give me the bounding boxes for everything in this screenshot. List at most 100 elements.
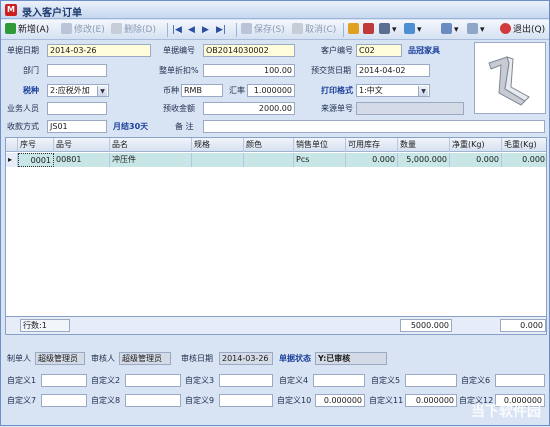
delete-button[interactable]: 删除(D)	[111, 22, 156, 38]
order-no-field[interactable]: OB2014030002	[203, 44, 295, 57]
export-button[interactable]: ▾	[441, 22, 459, 38]
next-record-button[interactable]: ▶	[202, 22, 209, 38]
rate-field[interactable]: 1.000000	[247, 84, 295, 97]
calc-button[interactable]	[363, 22, 376, 38]
table-row[interactable]: ▸ 0001 00801 冲压件 Pcs 0.000 5,000.000 0.0…	[6, 153, 546, 167]
col-header[interactable]: 销售单位	[294, 138, 346, 152]
table-cell[interactable]: 0.000	[502, 153, 546, 167]
custom-field-4[interactable]	[313, 374, 365, 387]
col-header[interactable]: 可用库存	[346, 138, 398, 152]
audit-date-label: 审核日期	[181, 354, 213, 363]
remark-field[interactable]	[203, 120, 545, 133]
plus-icon	[5, 23, 16, 34]
refresh-icon	[404, 23, 415, 34]
currency-label: 币种	[163, 86, 179, 95]
delivery-date-field[interactable]: 2014-04-02	[356, 64, 430, 77]
export-icon	[441, 23, 452, 34]
dept-label: 部门	[23, 66, 39, 75]
payment-field[interactable]: JS01	[47, 120, 107, 133]
new-button[interactable]: 新增(A)	[5, 22, 49, 38]
dropdown-arrow-icon: ▾	[392, 25, 397, 35]
table-cell[interactable]: 0001	[18, 153, 54, 167]
toolbar: 新增(A) 修改(E) 删除(D) |◀ ◀ ▶ ▶| 保存(S) 取消(C) …	[1, 20, 549, 40]
table-cell[interactable]: 5,000.000	[398, 153, 450, 167]
customer-name-text: 品冠家具	[408, 46, 440, 55]
custom-field-11[interactable]: 0.000000	[405, 394, 457, 407]
audit-date-field: 2014-03-26	[219, 352, 273, 365]
custom-label: 自定义5	[371, 376, 401, 385]
col-header[interactable]: 数量	[398, 138, 450, 152]
staff-field[interactable]	[47, 102, 107, 115]
chevron-down-icon: ▼	[418, 86, 428, 96]
last-record-button[interactable]: ▶|	[216, 22, 226, 38]
status-badge: Y:已审核	[315, 352, 387, 365]
status-label: 单据状态	[279, 354, 311, 363]
col-header[interactable]: 颜色	[244, 138, 294, 152]
watermark-text: 当下软件园	[471, 404, 541, 420]
discount-label: 整单折扣%	[159, 66, 199, 75]
delete-icon	[111, 23, 122, 34]
custom-field-5[interactable]	[405, 374, 457, 387]
custom-label: 自定义9	[185, 396, 215, 405]
col-header[interactable]: 品号	[54, 138, 110, 152]
currency-field[interactable]: RMB	[181, 84, 223, 97]
table-cell[interactable]	[192, 153, 244, 167]
refresh-button[interactable]: ▾	[404, 22, 422, 38]
maker-label: 制单人	[7, 354, 31, 363]
calculator-icon	[363, 23, 374, 34]
exit-button[interactable]: 退出(Q)	[500, 22, 545, 38]
table-cell[interactable]: 00801	[54, 153, 110, 167]
prev-record-button[interactable]: ◀	[188, 22, 195, 38]
custom-label: 自定义2	[91, 376, 121, 385]
order-lines-grid[interactable]: 序号 品号 品名 规格 颜色 销售单位 可用库存 数量 净重(Kg) 毛重(Kg…	[5, 137, 547, 317]
col-header[interactable]: 品名	[110, 138, 192, 152]
dropdown-arrow-icon: ▾	[417, 25, 422, 35]
custom-field-9[interactable]	[219, 394, 273, 407]
options-button[interactable]: ▾	[467, 22, 485, 38]
table-cell[interactable]: 冲压件	[110, 153, 192, 167]
app-logo-icon: M	[5, 4, 17, 16]
table-cell[interactable]: Pcs	[294, 153, 346, 167]
rate-label: 汇率	[229, 86, 245, 95]
cancel-icon	[292, 23, 303, 34]
payment-desc-text: 月结30天	[113, 122, 149, 131]
prepay-field[interactable]: 2000.00	[203, 102, 295, 115]
custom-field-3[interactable]	[219, 374, 273, 387]
col-header[interactable]: 序号	[18, 138, 54, 152]
print-icon	[379, 23, 390, 34]
next-icon: ▶	[202, 25, 209, 35]
custom-field-6[interactable]	[495, 374, 545, 387]
custom-field-8[interactable]	[125, 394, 181, 407]
first-record-button[interactable]: |◀	[172, 22, 182, 38]
order-date-field[interactable]: 2014-03-26	[47, 44, 151, 57]
custom-label: 自定义11	[369, 396, 404, 405]
custom-field-1[interactable]	[41, 374, 87, 387]
customer-no-field[interactable]: C02	[356, 44, 402, 57]
discount-field[interactable]: 100.00	[203, 64, 295, 77]
prepay-label: 预收金额	[163, 104, 195, 113]
dropdown-arrow-icon: ▾	[454, 25, 459, 35]
save-button[interactable]: 保存(S)	[241, 22, 285, 38]
table-cell[interactable]: 0.000	[346, 153, 398, 167]
col-header[interactable]: 规格	[192, 138, 244, 152]
audit-icon	[348, 23, 359, 34]
custom-field-2[interactable]	[125, 374, 181, 387]
print-format-select[interactable]: 1:中文 ▼	[356, 84, 430, 97]
save-icon	[241, 23, 252, 34]
print-button[interactable]: ▾	[379, 22, 397, 38]
row-count-text: 行数:1	[20, 319, 70, 332]
custom-field-7[interactable]	[41, 394, 87, 407]
last-icon: ▶|	[216, 25, 226, 35]
custom-label: 自定义8	[91, 396, 121, 405]
col-header[interactable]: 净重(Kg)	[450, 138, 502, 152]
table-cell[interactable]: 0.000	[450, 153, 502, 167]
audit-button[interactable]	[348, 22, 361, 38]
tax-select[interactable]: 2:应税外加 ▼	[47, 84, 109, 97]
cancel-button[interactable]: 取消(C)	[292, 22, 336, 38]
table-cell[interactable]	[244, 153, 294, 167]
col-header[interactable]: 毛重(Kg)	[502, 138, 546, 152]
grid-header: 序号 品号 品名 规格 颜色 销售单位 可用库存 数量 净重(Kg) 毛重(Kg…	[6, 138, 546, 152]
edit-button[interactable]: 修改(E)	[61, 22, 105, 38]
dept-field[interactable]	[47, 64, 107, 77]
custom-field-10[interactable]: 0.000000	[315, 394, 365, 407]
